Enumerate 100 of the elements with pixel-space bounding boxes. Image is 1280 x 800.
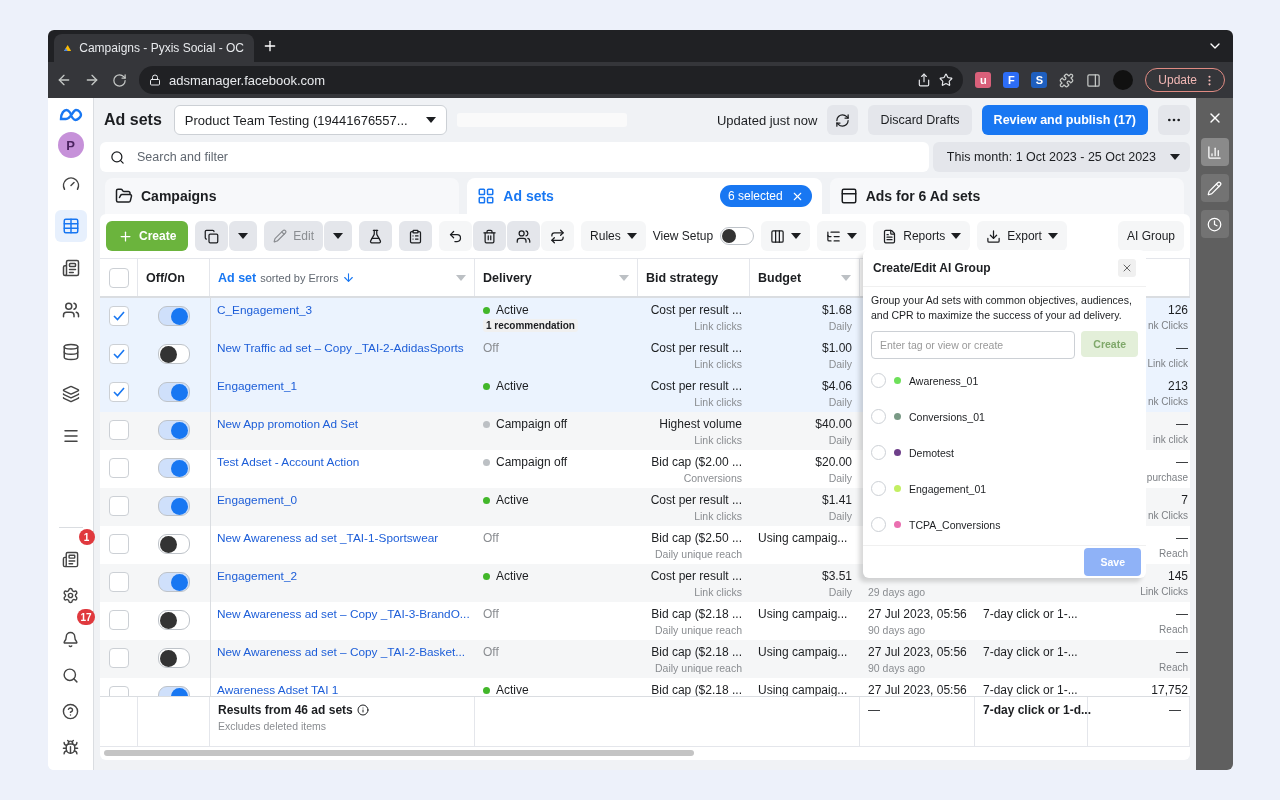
ad-set-link[interactable]: New Traffic ad set – Copy _TAI-2-AdidasSports: [217, 341, 464, 355]
delivery-status: Campaign off: [483, 455, 568, 469]
columns-dropdown[interactable]: [761, 221, 811, 251]
tag-input-field[interactable]: Enter tag or view or create: [871, 330, 1076, 359]
swap-button[interactable]: [541, 221, 575, 251]
date-range-dropdown[interactable]: This month: 1 Oct 2023 - 25 Oct 2023: [932, 142, 1190, 172]
new-tab-icon[interactable]: [262, 38, 278, 54]
group-label[interactable]: Awareness_01: [909, 374, 979, 387]
account-dropdown[interactable]: Product Team Testing (19441676557...: [173, 105, 447, 135]
selection-badge[interactable]: 6 selected: [719, 185, 812, 207]
row-checkbox[interactable]: [109, 496, 129, 516]
column-header[interactable]: Budget: [758, 270, 802, 285]
back-icon[interactable]: [56, 72, 72, 88]
row-checkbox[interactable]: [109, 306, 129, 326]
tab[interactable]: Ads for 6 Ad sets: [829, 178, 1184, 214]
search-icon: [62, 666, 79, 684]
duplicate-button[interactable]: [195, 221, 229, 251]
sidebar-icon[interactable]: [1086, 72, 1102, 88]
ad-set-link[interactable]: Test Adset - Account Action: [217, 455, 360, 469]
group-label[interactable]: Engagement_01: [909, 482, 987, 495]
row-checkbox[interactable]: [109, 610, 129, 630]
on-off-toggle[interactable]: [158, 382, 190, 402]
ad-set-link[interactable]: Engagement_0: [217, 493, 298, 507]
reports-dropdown[interactable]: Reports: [873, 221, 971, 251]
group-label[interactable]: Demotest: [909, 446, 954, 459]
ad-set-link[interactable]: Engagement_2: [217, 569, 298, 583]
ad-set-link[interactable]: C_Engagement_3: [217, 303, 313, 317]
row-checkbox[interactable]: [109, 648, 129, 668]
result-type: purchase: [1146, 472, 1188, 483]
ad-set-link[interactable]: Awareness Adset TAI 1: [217, 683, 339, 696]
test-button[interactable]: [359, 221, 393, 251]
discard-drafts-button[interactable]: Discard Drafts: [868, 105, 972, 135]
extension-icon[interactable]: u: [975, 72, 992, 88]
clipboard-button[interactable]: [399, 221, 433, 251]
group-label[interactable]: TCPA_Conversions: [909, 518, 1001, 531]
on-off-toggle[interactable]: [158, 534, 190, 554]
on-off-toggle[interactable]: [158, 610, 190, 630]
column-header[interactable]: Off/On: [146, 270, 185, 285]
group-radio[interactable]: [871, 517, 886, 533]
on-off-toggle[interactable]: [158, 496, 190, 516]
group-label[interactable]: Conversions_01: [909, 410, 985, 423]
group-radio[interactable]: [871, 481, 886, 497]
undo-button[interactable]: [439, 221, 473, 251]
row-checkbox[interactable]: [109, 420, 129, 440]
address-bar[interactable]: adsmanager.facebook.com: [139, 66, 964, 94]
dropdown-button[interactable]: [324, 221, 353, 251]
on-off-toggle[interactable]: [158, 458, 190, 478]
recommendation-tag[interactable]: 1 recommendation: [483, 319, 578, 332]
review-publish-button[interactable]: Review and publish (17): [981, 105, 1148, 135]
extension-icon[interactable]: F: [1003, 72, 1020, 88]
ad-set-link[interactable]: New Awareness ad set – Copy _TAI-2-Basket...: [217, 645, 466, 659]
results-value: —: [1176, 455, 1188, 469]
rules-dropdown[interactable]: Rules: [581, 221, 646, 251]
group-radio[interactable]: [871, 445, 886, 461]
extension-icon[interactable]: S: [1031, 72, 1048, 88]
on-off-toggle[interactable]: [158, 420, 190, 440]
tab[interactable]: Ad sets 6 selected: [467, 178, 822, 214]
tab[interactable]: Campaigns: [105, 178, 460, 214]
export-dropdown[interactable]: Export: [977, 221, 1067, 251]
breakdown-dropdown[interactable]: [817, 221, 867, 251]
row-checkbox[interactable]: [109, 572, 129, 592]
search-field[interactable]: Search and filter: [100, 142, 929, 172]
on-off-toggle[interactable]: [158, 648, 190, 668]
column-header[interactable]: Ad set: [218, 270, 257, 285]
browser-tab[interactable]: Campaigns - Pyxis Social - OC: [54, 34, 254, 62]
profile-avatar[interactable]: P: [57, 132, 84, 158]
ad-set-link[interactable]: Engagement_1: [217, 379, 298, 393]
ad-set-link[interactable]: New Awareness ad set _TAI-1-Sportswear: [217, 531, 439, 545]
select-all-checkbox[interactable]: [108, 267, 129, 288]
clock-button[interactable]: [1200, 210, 1229, 238]
nav-item[interactable]: [54, 210, 87, 242]
budget-amount: $1.68: [821, 303, 852, 317]
column-header[interactable]: Delivery: [483, 270, 532, 285]
ai-group-button[interactable]: AI Group: [1117, 221, 1184, 251]
group-radio[interactable]: [871, 409, 886, 425]
caret-icon: [951, 233, 962, 239]
people-button[interactable]: [507, 221, 541, 251]
row-checkbox[interactable]: [109, 458, 129, 478]
ad-set-link[interactable]: New App promotion Ad Set: [217, 417, 358, 431]
view-setup-toggle[interactable]: [720, 227, 755, 245]
row-checkbox[interactable]: [109, 344, 129, 364]
ad-set-link[interactable]: New Awareness ad set – Copy _TAI-3-BrandO...: [217, 607, 470, 621]
reload-icon[interactable]: [112, 72, 127, 88]
on-off-toggle[interactable]: [158, 344, 190, 364]
delete-button[interactable]: [473, 221, 507, 251]
dropdown-button[interactable]: [229, 221, 258, 251]
scrollbar-thumb[interactable]: [104, 750, 694, 756]
puzzle-icon[interactable]: [1059, 72, 1075, 88]
column-header[interactable]: Bid strategy: [646, 270, 719, 285]
chart-button[interactable]: [1200, 138, 1229, 166]
group-radio[interactable]: [871, 373, 886, 389]
refresh-button[interactable]: [827, 105, 859, 135]
on-off-toggle[interactable]: [158, 572, 190, 592]
attribution-setting: 7-day click or 1-...: [983, 607, 1078, 621]
forward-icon[interactable]: [84, 72, 100, 88]
row-checkbox[interactable]: [109, 382, 129, 402]
close-button[interactable]: [1118, 258, 1136, 277]
row-checkbox[interactable]: [109, 534, 129, 554]
pencil-button[interactable]: [1200, 174, 1229, 202]
on-off-toggle[interactable]: [158, 306, 190, 326]
